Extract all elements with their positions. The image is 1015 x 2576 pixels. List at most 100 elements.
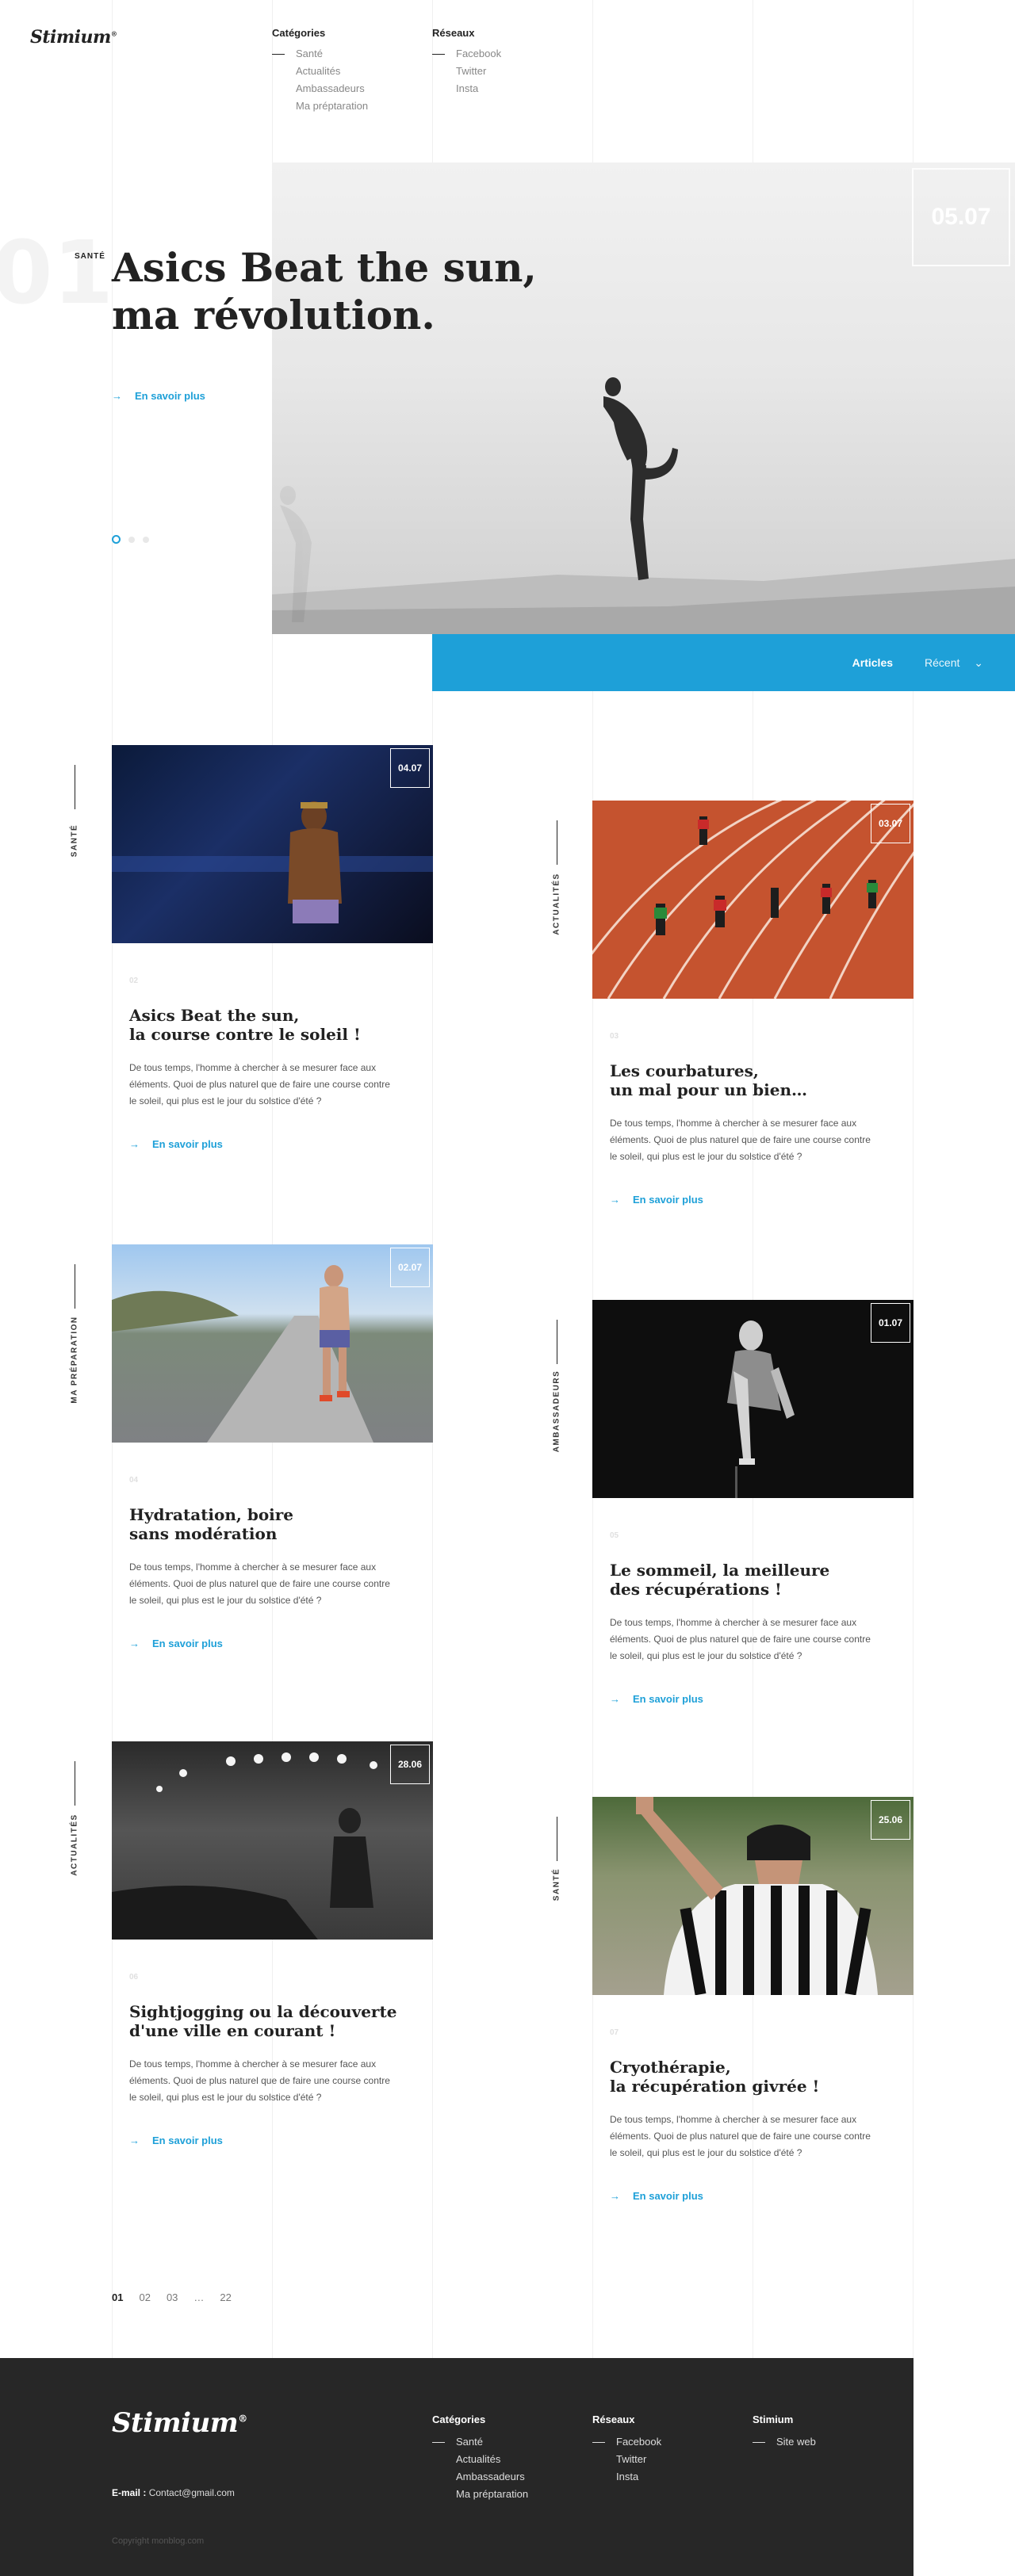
arrow-right-icon: → [610,1693,620,1705]
hero-title-line1: Asics Beat the sun, [112,244,537,291]
footer-email-label: E-mail : [112,2487,147,2498]
hero-slider-dots [112,535,149,544]
arrow-right-icon: → [129,1138,140,1150]
footer-logo[interactable]: Stimium® [112,2407,247,2439]
page-link[interactable]: 03 [167,2291,178,2303]
footer-link-actualites[interactable]: Actualités [432,2451,528,2468]
article-card[interactable]: 04.07 02 Asics Beat the sun, la course co… [112,745,433,1150]
card-read-more-link[interactable]: → En savoir plus [129,1138,433,1150]
pagination: 01 02 03 … 22 [112,2291,232,2303]
nav-link-facebook[interactable]: Facebook [432,45,501,63]
footer-networks-title: Réseaux [592,2414,635,2425]
nav-link-preparation[interactable]: Ma préptaration [272,97,368,115]
nav-link-insta[interactable]: Insta [432,80,501,97]
page-ellipsis: … [193,2291,205,2303]
hero-category: SANTÉ [75,252,105,261]
nav-categories: Catégories Santé Actualités Ambassadeurs… [272,27,368,115]
footer-link-preparation[interactable]: Ma préptaration [432,2486,528,2503]
article-card[interactable]: 28.06 06 Sightjogging ou la découverte d'… [112,1741,433,2146]
page-link[interactable]: 02 [139,2291,150,2303]
card-date-badge: 04.07 [390,748,430,788]
card-title: Sightjogging ou la découverte d'une ville… [129,2002,397,2040]
arrow-right-icon: → [129,2135,140,2146]
arrow-right-icon: → [610,2190,620,2202]
article-card[interactable]: 01.07 05 Le sommeil, la meilleure des réc… [592,1300,914,1705]
footer-link-insta[interactable]: Insta [592,2468,661,2486]
card-image: 01.07 [592,1300,914,1498]
page-link-current[interactable]: 01 [112,2291,123,2303]
card-read-more-link[interactable]: → En savoir plus [610,1693,914,1705]
card-excerpt: De tous temps, l'homme à chercher à se m… [129,1062,390,1106]
card-category: MA PRÉPARATION [70,1316,79,1404]
footer-link-website[interactable]: Site web [753,2433,816,2451]
card-excerpt: De tous temps, l'homme à chercher à se m… [129,2058,390,2103]
hero-image [272,162,1015,634]
hero-title: Asics Beat the sun, ma révolution. [112,244,537,339]
card-read-more-link[interactable]: → En savoir plus [610,2190,914,2202]
articles-filter-bar: Articles Récent ⌄ [432,634,1015,691]
hero-slide-number: 01 [0,222,114,323]
card-number: 04 [129,1476,139,1485]
site-logo[interactable]: Stimium® [30,27,117,48]
nav-link-sante[interactable]: Santé [272,45,368,63]
card-image: 04.07 [112,745,433,943]
card-excerpt: De tous temps, l'homme à chercher à se m… [129,1561,390,1606]
chevron-down-icon: ⌄ [974,655,983,669]
card-excerpt: De tous temps, l'homme à chercher à se m… [610,1617,871,1661]
card-number: 07 [610,2028,619,2037]
article-card[interactable]: 03.07 03 Les courbatures, un mal pour un … [592,801,914,1206]
card-title: Asics Beat the sun, la course contre le s… [129,1006,361,1044]
card-image: 03.07 [592,801,914,999]
footer-networks: Réseaux Facebook Twitter Insta [592,2414,661,2486]
card-category: AMBASSADEURS [552,1370,561,1453]
hero-title-line2: ma révolution. [112,292,435,338]
footer-link-ambassadeurs[interactable]: Ambassadeurs [432,2468,528,2486]
card-number: 05 [610,1531,619,1540]
page-link-last[interactable]: 22 [220,2291,231,2303]
footer-email: E-mail : Contact@gmail.com [112,2487,235,2498]
footer-categories-title: Catégories [432,2414,486,2425]
nav-link-twitter[interactable]: Twitter [432,63,501,80]
article-card[interactable]: 02.07 04 Hydratation, boire sans modérati… [112,1244,433,1649]
card-read-more-link[interactable]: → En savoir plus [610,1194,914,1206]
footer-stimium: Stimium Site web [753,2414,816,2451]
card-read-more-link[interactable]: → En savoir plus [129,1638,433,1649]
article-card[interactable]: 25.06 07 Cryothérapie, la récupération gi… [592,1797,914,2202]
card-excerpt: De tous temps, l'homme à chercher à se m… [610,1118,871,1162]
logo-text: Stimium [30,27,111,48]
card-number: 03 [610,1032,619,1041]
footer-email-link[interactable]: Contact@gmail.com [149,2487,235,2498]
card-image: 02.07 [112,1244,433,1443]
hero-read-more-label: En savoir plus [135,390,205,402]
hero-date-badge: 05.07 [912,168,1010,266]
nav-link-actualites[interactable]: Actualités [272,63,368,80]
card-date-badge: 28.06 [390,1745,430,1784]
card-title: Cryothérapie, la récupération givrée ! [610,2058,820,2096]
filter-articles-label[interactable]: Articles [852,656,893,669]
card-category: ACTUALITÉS [552,873,561,935]
sort-dropdown[interactable]: Récent ⌄ [925,656,983,670]
footer-link-twitter[interactable]: Twitter [592,2451,661,2468]
site-footer: Stimium® Catégories Santé Actualités Amb… [0,2358,914,2576]
footer-logo-text: Stimium [112,2407,239,2439]
card-date-badge: 01.07 [871,1303,910,1343]
card-read-more-link[interactable]: → En savoir plus [129,2135,433,2146]
slider-dot-3[interactable] [143,536,149,543]
footer-link-facebook[interactable]: Facebook [592,2433,661,2451]
arrow-right-icon: → [129,1638,140,1649]
slider-dot-2[interactable] [128,536,135,543]
footer-link-sante[interactable]: Santé [432,2433,528,2451]
sort-dropdown-value: Récent [925,655,960,669]
slider-dot-1[interactable] [112,535,121,544]
card-title: Le sommeil, la meilleure des récupération… [610,1561,830,1599]
hero-read-more-link[interactable]: → En savoir plus [112,390,205,402]
card-date-badge: 03.07 [871,804,910,843]
registered-mark: ® [238,2413,247,2425]
registered-mark: ® [110,29,117,38]
card-excerpt: De tous temps, l'homme à chercher à se m… [610,2114,871,2158]
card-image: 28.06 [112,1741,433,1940]
card-category: ACTUALITÉS [70,1814,79,1876]
card-image: 25.06 [592,1797,914,1995]
nav-link-ambassadeurs[interactable]: Ambassadeurs [272,80,368,97]
card-title: Hydratation, boire sans modération [129,1505,294,1543]
